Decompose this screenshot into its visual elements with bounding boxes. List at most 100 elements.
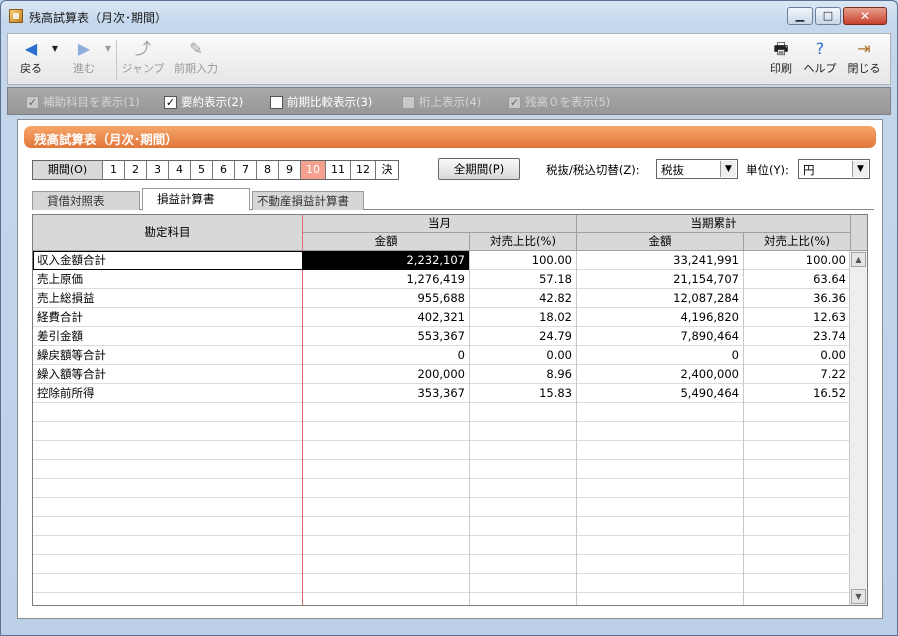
cell-cum-ratio[interactable] [744,555,851,574]
tab-balance-sheet[interactable]: 貸借対照表 [32,191,140,210]
cell-cum-ratio[interactable]: 0.00 [744,346,851,365]
table-row[interactable] [33,460,851,479]
cell-month-amount[interactable] [303,536,470,555]
cell-cum-ratio[interactable] [744,517,851,536]
cell-cum-ratio[interactable] [744,479,851,498]
cell-account[interactable] [33,517,303,536]
unit-select[interactable]: 円 ▼ [798,159,870,179]
period-3[interactable]: 3 [147,161,169,179]
tab-income-statement[interactable]: 損益計算書 [142,188,250,210]
cell-cum-ratio[interactable] [744,593,851,605]
table-row[interactable] [33,536,851,555]
back-dropdown[interactable]: ▼ [48,38,62,82]
table-row[interactable]: 控除前所得 353,367 15.83 5,490,464 16.52 [33,384,851,403]
tax-mode-select[interactable]: 税抜 ▼ [656,159,738,179]
cell-month-amount[interactable] [303,574,470,593]
cell-account[interactable] [33,403,303,422]
tab-real-estate-income[interactable]: 不動産損益計算書 [252,191,364,210]
cell-cum-ratio[interactable]: 23.74 [744,327,851,346]
cell-month-ratio[interactable] [470,517,577,536]
cell-month-amount[interactable] [303,441,470,460]
cell-cum-ratio[interactable] [744,536,851,555]
period-label[interactable]: 期間(O) [33,161,103,179]
cell-month-amount[interactable]: 200,000 [303,365,470,384]
cell-cum-amount[interactable] [577,403,744,422]
period-7[interactable]: 7 [235,161,257,179]
period-settlement[interactable]: 決 [376,161,398,179]
cell-month-ratio[interactable] [470,498,577,517]
period-9[interactable]: 9 [279,161,301,179]
cell-month-ratio[interactable]: 0.00 [470,346,577,365]
table-row[interactable] [33,498,851,517]
minimize-button[interactable]: ▁ [787,7,813,25]
cell-month-amount[interactable]: 2,232,107 [303,251,470,270]
period-5[interactable]: 5 [191,161,213,179]
cell-cum-amount[interactable] [577,460,744,479]
period-10[interactable]: 10 [301,161,326,179]
cell-cum-amount[interactable]: 5,490,464 [577,384,744,403]
cell-account[interactable]: 繰入額等合計 [33,365,303,384]
vertical-scrollbar[interactable]: ▲ ▼ [849,251,867,605]
cell-month-amount[interactable]: 0 [303,346,470,365]
cell-month-ratio[interactable] [470,574,577,593]
cell-account[interactable] [33,498,303,517]
all-periods-button[interactable]: 全期間(P) [438,158,520,180]
title-bar[interactable]: 残高試算表（月次･期間） ▁ □ ✕ [1,1,897,31]
close-window-button[interactable]: ✕ [843,7,887,25]
forward-button[interactable]: ▶ 進む [64,38,104,82]
cell-month-ratio[interactable] [470,441,577,460]
cell-month-ratio[interactable]: 8.96 [470,365,577,384]
cell-month-amount[interactable]: 955,688 [303,289,470,308]
cell-account[interactable] [33,593,303,605]
show-zero-balance-checkbox[interactable]: ✓ 残高０を表示(5) [508,94,610,110]
cell-account[interactable] [33,460,303,479]
help-button[interactable]: ? ヘルプ [800,38,840,82]
cell-cum-amount[interactable] [577,441,744,460]
cell-account[interactable] [33,574,303,593]
period-1[interactable]: 1 [103,161,125,179]
cell-cum-amount[interactable]: 21,154,707 [577,270,744,289]
cell-cum-ratio[interactable]: 63.64 [744,270,851,289]
table-row[interactable] [33,517,851,536]
cell-account[interactable]: 繰戻額等合計 [33,346,303,365]
cell-cum-amount[interactable]: 12,087,284 [577,289,744,308]
table-row[interactable]: 繰戻額等合計 0 0.00 0 0.00 [33,346,851,365]
cell-month-ratio[interactable]: 42.82 [470,289,577,308]
period-11[interactable]: 11 [326,161,351,179]
digit-display-checkbox[interactable]: 桁上表示(4) [402,94,481,110]
cell-cum-amount[interactable]: 7,890,464 [577,327,744,346]
scroll-down-icon[interactable]: ▼ [851,589,866,604]
period-6[interactable]: 6 [213,161,235,179]
print-button[interactable]: 🖶 印刷 [764,38,798,82]
maximize-button[interactable]: □ [815,7,841,25]
cell-month-amount[interactable] [303,498,470,517]
cell-cum-ratio[interactable]: 7.22 [744,365,851,384]
cell-cum-ratio[interactable]: 16.52 [744,384,851,403]
cell-month-ratio[interactable]: 100.00 [470,251,577,270]
table-row[interactable] [33,574,851,593]
cell-month-ratio[interactable] [470,593,577,605]
cell-month-amount[interactable]: 353,367 [303,384,470,403]
cell-cum-amount[interactable]: 4,196,820 [577,308,744,327]
period-2[interactable]: 2 [125,161,147,179]
table-row[interactable] [33,555,851,574]
cell-cum-amount[interactable]: 0 [577,346,744,365]
cell-month-ratio[interactable] [470,555,577,574]
cell-cum-ratio[interactable] [744,498,851,517]
cell-cum-amount[interactable]: 2,400,000 [577,365,744,384]
jump-button[interactable]: ⤴ ジャンプ [120,38,166,82]
cell-cum-amount[interactable] [577,555,744,574]
back-button[interactable]: ◀ 戻る [14,38,48,82]
cell-account[interactable] [33,555,303,574]
cell-account[interactable] [33,479,303,498]
period-4[interactable]: 4 [169,161,191,179]
cell-month-amount[interactable]: 1,276,419 [303,270,470,289]
cell-month-ratio[interactable]: 15.83 [470,384,577,403]
cell-cum-ratio[interactable]: 100.00 [744,251,851,270]
cell-month-amount[interactable]: 402,321 [303,308,470,327]
prev-input-button[interactable]: ✎ 前期入力 [168,38,224,82]
cell-month-ratio[interactable]: 24.79 [470,327,577,346]
table-row[interactable] [33,422,851,441]
table-row[interactable] [33,593,851,605]
cell-month-amount[interactable] [303,517,470,536]
